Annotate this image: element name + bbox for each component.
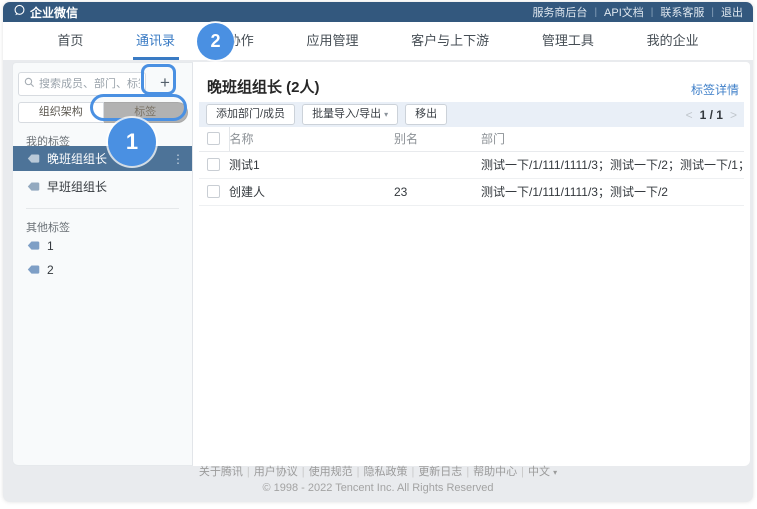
footer-divider: | [411,466,415,478]
toggle-org-structure[interactable]: 组织架构 [18,102,104,123]
add-tag-button[interactable]: + [152,72,178,96]
tag-icon [27,240,40,251]
tab-contacts[interactable]: 通讯录 [132,22,179,60]
link-api-docs[interactable]: API文档 [604,4,644,20]
active-tab-underline [132,57,179,60]
sidebar: + 组织架构 标签 我的标签 晚班组组长 ⋮ 早班组组长 其他标签 1 [12,62,193,466]
search-input[interactable] [39,78,140,90]
topbar-links: 服务商后台 | API文档 | 联系客服 | 退出 [532,4,743,20]
footer-language-selector[interactable]: 中文 ▾ [528,466,557,478]
pagination: < 1 / 1 > [686,108,737,122]
toolbar: 添加部门/成员 批量导入/导出 ▾ 移出 < 1 / 1 > [199,102,744,127]
footer: 关于腾讯 | 用户协议 | 使用规范 | 隐私政策 | 更新日志 | 帮助中心 | 中文 ▾ © 199… [3,463,753,494]
table-row[interactable]: 创建人 23 测试一下/1/111/1111/3；测试一下/2 [199,178,744,206]
topbar-divider: | [650,6,654,18]
page-title: 晚班组组长 (2人) [207,79,320,96]
sidebar-item-morning-shift-leader[interactable]: 早班组组长 [13,174,192,199]
member-name: 创建人 [229,178,394,206]
member-alias: 23 [394,178,481,206]
table-header-row: 名称 别名 部门 [199,127,744,152]
tag-icon [27,153,40,164]
link-contact-support[interactable]: 联系客服 [660,4,704,20]
remove-button[interactable]: 移出 [405,104,448,125]
add-member-button[interactable]: 添加部门/成员 [206,104,296,125]
footer-divider: | [521,466,525,478]
tab-customers[interactable]: 客户与上下游 [411,22,489,60]
tag-name: 早班组组长 [47,180,108,194]
tag-name: 1 [47,238,54,253]
tag-name: 2 [47,262,54,277]
column-department: 部门 [481,127,744,152]
member-department: 测试一下/1/111/1111/3；测试一下/2 [481,178,744,206]
footer-divider: | [301,466,305,478]
brand-logo[interactable]: 企业微信 [13,4,78,21]
sidebar-item-other-tag-1[interactable]: 1 [13,233,192,258]
search-icon [24,75,35,93]
brand-name: 企业微信 [30,5,79,20]
batch-import-export-button[interactable]: 批量导入/导出 ▾ [302,104,399,125]
row-checkbox[interactable] [207,185,220,198]
copyright-notice: © 1998 - 2022 Tencent Inc. All Rights Re… [262,482,494,494]
search-box [18,72,146,96]
column-name: 名称 [228,127,394,152]
more-options-icon[interactable]: ⋮ [172,152,184,166]
tag-name: 晚班组组长 [47,152,108,166]
chevron-down-icon: ▾ [384,110,389,119]
header-checkbox-cell [199,127,229,152]
member-alias [394,151,481,179]
footer-link-user-agreement[interactable]: 用户协议 [254,466,298,478]
topbar-divider: | [711,6,714,18]
footer-link-privacy[interactable]: 隐私政策 [363,466,407,478]
column-alias: 别名 [394,127,481,152]
page-indicator: 1 / 1 [699,107,723,122]
tab-home[interactable]: 首页 [57,22,83,60]
footer-divider: | [246,466,250,478]
toggle-tags[interactable]: 标签 [103,102,188,123]
row-checkbox[interactable] [207,158,220,171]
link-logout[interactable]: 退出 [721,4,743,20]
main-nav: 首页 通讯录 协作 应用管理 客户与上下游 管理工具 我的企业 [3,22,753,60]
select-all-checkbox[interactable] [207,132,220,146]
tab-app-management[interactable]: 应用管理 [306,22,358,60]
next-page-icon[interactable]: > [730,108,737,122]
footer-links: 关于腾讯 | 用户协议 | 使用规范 | 隐私政策 | 更新日志 | 帮助中心 | 中文 ▾ [3,463,753,479]
top-bar: 企业微信 服务商后台 | API文档 | 联系客服 | 退出 [3,2,753,22]
footer-link-help-center[interactable]: 帮助中心 [473,466,517,478]
member-name: 测试1 [229,151,394,179]
row-checkbox-cell [199,151,229,179]
link-provider-console[interactable]: 服务商后台 [532,4,587,20]
footer-divider: | [466,466,470,478]
members-table: 名称 别名 部门 测试1 测试一下/1/111/1111/3；测试一下/2；测试… [199,127,744,206]
step-badge-1: 1 [108,118,156,166]
tag-icon [27,264,40,275]
table-row[interactable]: 测试1 测试一下/1/111/1111/3；测试一下/2；测试一下/1；测... [199,151,744,179]
member-department: 测试一下/1/111/1111/3；测试一下/2；测试一下/1；测... [481,151,744,179]
tab-my-company[interactable]: 我的企业 [647,22,699,60]
footer-divider: | [356,466,360,478]
app-window: 企业微信 服务商后台 | API文档 | 联系客服 | 退出 首页 通讯录 协作… [3,2,753,502]
topbar-divider: | [594,6,598,18]
tag-icon [27,181,40,192]
sidebar-item-other-tag-2[interactable]: 2 [13,257,192,282]
footer-link-changelog[interactable]: 更新日志 [418,466,462,478]
sidebar-toggle: 组织架构 标签 [18,102,188,123]
footer-link-usage-rules[interactable]: 使用规范 [309,466,353,478]
chevron-down-icon: ▾ [553,468,558,477]
tag-detail-link[interactable]: 标签详情 [691,81,739,98]
main-panel: 晚班组组长 (2人) 标签详情 添加部门/成员 批量导入/导出 ▾ 移出 < 1 … [193,62,750,466]
footer-link-about[interactable]: 关于腾讯 [199,466,243,478]
sidebar-item-night-shift-leader[interactable]: 晚班组组长 ⋮ [13,146,192,171]
sidebar-divider [26,208,179,209]
step-badge-2: 2 [197,23,234,60]
row-checkbox-cell [199,178,229,206]
wechat-work-bubble-icon [13,4,26,20]
tab-admin-tools[interactable]: 管理工具 [542,22,594,60]
prev-page-icon[interactable]: < [686,108,693,122]
